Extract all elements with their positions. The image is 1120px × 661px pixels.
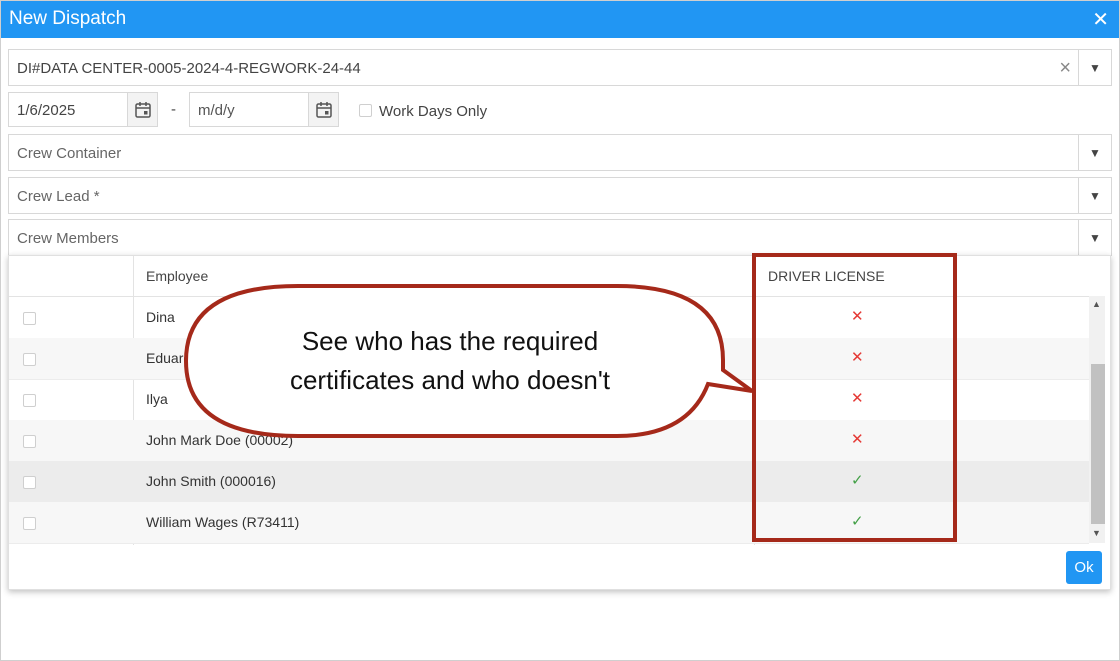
callout-line-2: certificates and who doesn't	[289, 365, 611, 395]
callout-text: See who has the required certificates an…	[190, 322, 710, 400]
callout-line-1: See who has the required	[301, 326, 599, 356]
